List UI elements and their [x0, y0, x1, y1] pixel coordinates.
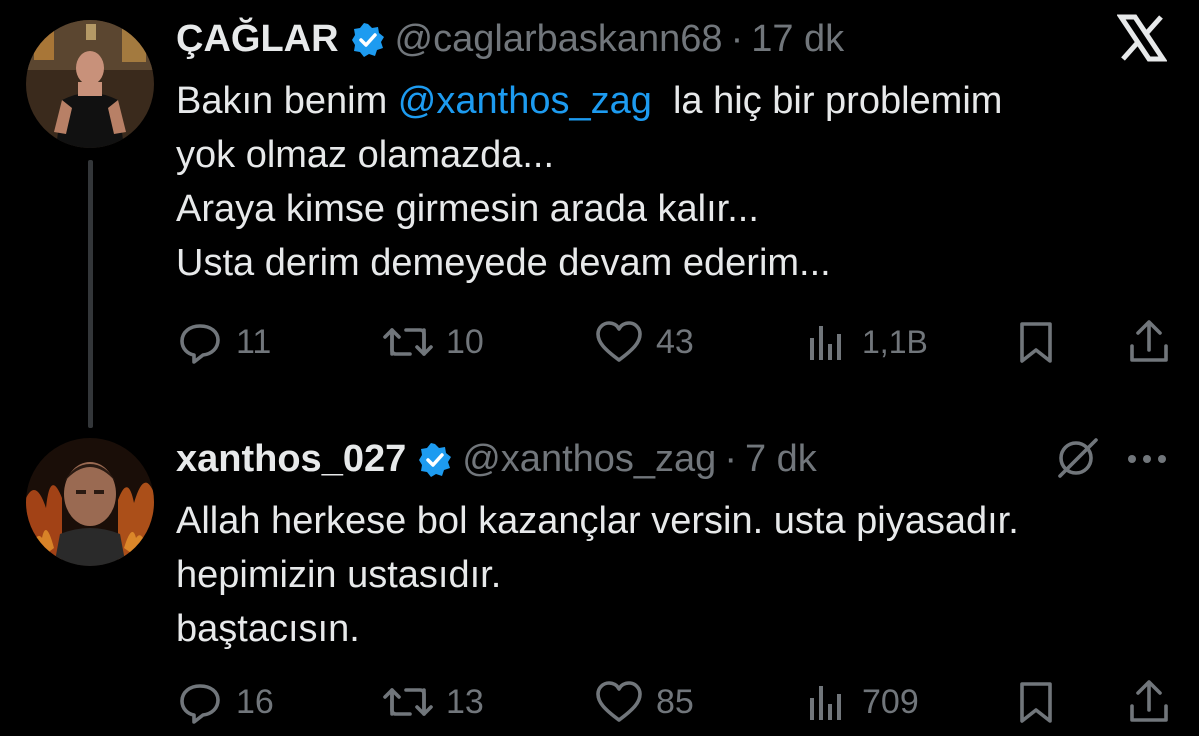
reply-icon: [180, 324, 220, 364]
timestamp[interactable]: 17 dk: [751, 18, 844, 61]
more-options-icon[interactable]: [1124, 444, 1170, 479]
separator-dot: ·: [724, 438, 737, 480]
tweet-line: yok olmaz olamazda...: [176, 134, 555, 176]
like-count: 43: [656, 322, 694, 361]
bookmark-icon: [1020, 322, 1052, 363]
tweet-header: xanthos_027 @xanthos_zag · 7 dk: [176, 438, 817, 481]
tweet-text: Bakın benim @xanthos_zag la hiç bir prob…: [176, 74, 1002, 290]
avatar[interactable]: [26, 20, 154, 148]
tweet-line: hepimizin ustasıdır.: [176, 554, 502, 596]
retweet-icon: [383, 328, 433, 356]
reply-button[interactable]: 11: [176, 318, 271, 366]
retweet-icon: [383, 688, 433, 716]
bookmark-icon: [1020, 682, 1052, 723]
share-icon: [1130, 320, 1168, 362]
mention-link[interactable]: @xanthos_zag: [398, 80, 652, 122]
user-handle[interactable]: @xanthos_zag: [462, 438, 716, 481]
reply-count: 11: [236, 322, 272, 361]
tweet-line: baştacısın.: [176, 608, 360, 650]
user-handle[interactable]: @caglarbaskann68: [395, 18, 723, 61]
tweet-text-part: la hiç bir problemim: [651, 80, 1003, 122]
thread-connector-line: [88, 160, 93, 428]
verified-badge-icon: [351, 22, 385, 57]
timestamp[interactable]: 7 dk: [745, 438, 817, 481]
tweet-header: ÇAĞLAR @caglarbaskann68 · 17 dk: [176, 18, 844, 61]
reply-count: 16: [236, 682, 274, 721]
avatar[interactable]: [26, 438, 154, 566]
separator-dot: ·: [730, 18, 744, 60]
verified-badge-icon: [418, 442, 452, 477]
display-name[interactable]: ÇAĞLAR: [176, 18, 339, 61]
tweet-line: Bakın benim @xanthos_zag la hiç bir prob…: [176, 74, 1002, 128]
views-button[interactable]: 1,1B: [806, 318, 928, 366]
bookmark-button[interactable]: [1014, 318, 1058, 366]
action-bar: 16 13 85 709: [176, 678, 1176, 728]
grok-icon[interactable]: [1054, 436, 1102, 485]
tweet-line: Allah herkese bol kazançlar versin. usta…: [176, 500, 1019, 542]
share-icon: [1130, 680, 1168, 722]
retweet-count: 13: [446, 682, 484, 721]
retweet-count: 10: [446, 322, 484, 361]
reply-button[interactable]: 16: [176, 678, 274, 726]
tweet-text: Allah herkese bol kazançlar versin. usta…: [176, 494, 1019, 656]
share-button[interactable]: [1126, 318, 1172, 366]
action-bar: 11 10 43 1,1B: [176, 318, 1176, 368]
view-count: 1,1B: [862, 323, 928, 360]
display-name[interactable]: xanthos_027: [176, 438, 406, 481]
x-logo-icon: [1116, 14, 1168, 67]
like-button[interactable]: 85: [594, 678, 694, 726]
view-count: 709: [862, 682, 919, 721]
analytics-icon: [810, 686, 841, 720]
share-button[interactable]: [1126, 678, 1172, 726]
tweet-line: Usta derim demeyede devam ederim...: [176, 242, 831, 284]
tweet-line: Araya kimse girmesin arada kalır...: [176, 188, 759, 230]
heart-icon: [596, 681, 642, 722]
tweet-text-part: Bakın benim: [176, 80, 398, 122]
like-button[interactable]: 43: [594, 318, 694, 366]
retweet-button[interactable]: 10: [382, 318, 484, 366]
views-button[interactable]: 709: [806, 678, 919, 726]
bookmark-button[interactable]: [1014, 678, 1058, 726]
analytics-icon: [810, 326, 841, 360]
like-count: 85: [656, 682, 694, 721]
reply-icon: [180, 684, 220, 724]
retweet-button[interactable]: 13: [382, 678, 484, 726]
heart-icon: [596, 321, 642, 362]
